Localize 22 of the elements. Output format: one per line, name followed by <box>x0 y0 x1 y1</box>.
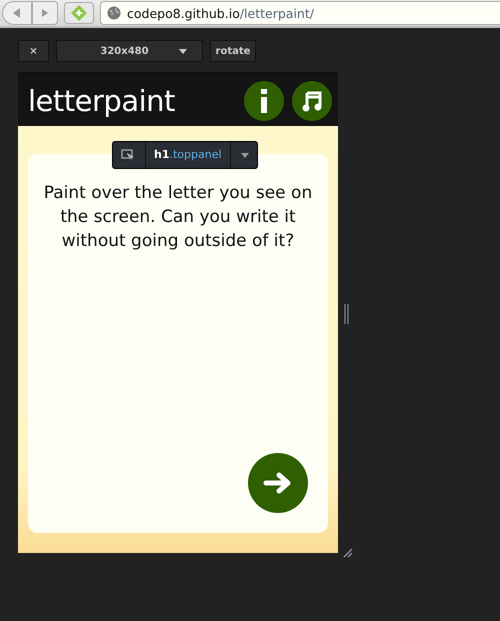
app-title: letterpaint <box>28 84 176 118</box>
caret-icon <box>178 48 187 54</box>
resize-grip-icon[interactable] <box>343 548 353 558</box>
instruction-text: Paint over the letter you see on the screen. Can you write it without going outside of it? <box>42 182 314 253</box>
element-picker-icon[interactable] <box>121 149 135 161</box>
rotate-button[interactable]: rotate <box>210 40 256 62</box>
forward-arrow-icon <box>40 8 50 18</box>
address-field[interactable]: codepo8.github.io/letterpaint/ <box>100 1 500 25</box>
info-icon <box>259 89 269 113</box>
close-button[interactable]: × <box>18 40 49 62</box>
resize-handle-icon[interactable] <box>344 304 349 324</box>
music-button[interactable] <box>292 81 332 121</box>
music-note-icon <box>302 90 322 112</box>
size-dropdown[interactable]: 320x480 <box>56 40 203 62</box>
diamond-plus-icon <box>70 4 88 22</box>
arrow-right-icon <box>263 472 293 494</box>
globe-icon <box>107 6 121 20</box>
caret-icon[interactable] <box>240 152 249 158</box>
info-button[interactable] <box>244 81 284 121</box>
selector-text: h1.toppanel <box>145 142 231 168</box>
url-text: codepo8.github.io/letterpaint/ <box>127 6 314 20</box>
back-arrow-icon <box>11 7 23 19</box>
